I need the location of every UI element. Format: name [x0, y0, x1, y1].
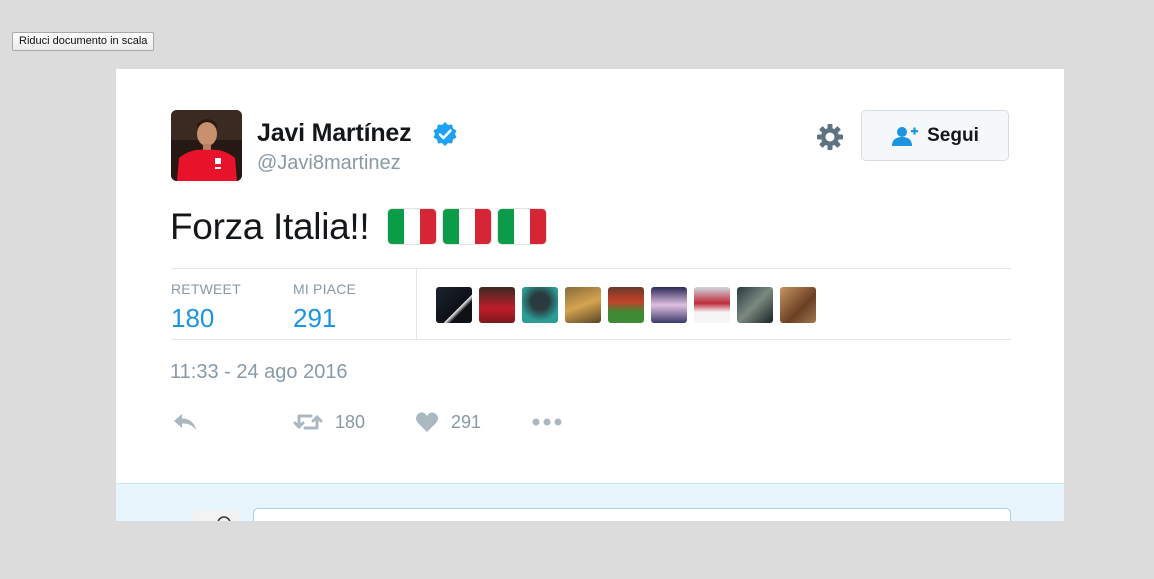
liker-avatar[interactable] [479, 287, 515, 323]
heart-icon [416, 412, 438, 432]
like-action[interactable]: 291 [415, 407, 481, 437]
liker-avatar[interactable] [522, 287, 558, 323]
liker-avatar[interactable] [737, 287, 773, 323]
tweet-card: Javi Martínez @Javi8martinez Segui Forza… [116, 69, 1064, 521]
reply-composer-area [116, 483, 1064, 521]
retweet-action[interactable]: 180 [293, 407, 365, 437]
liker-avatar[interactable] [780, 287, 816, 323]
author-name[interactable]: Javi Martínez [257, 119, 412, 148]
likers-avatars [436, 287, 816, 323]
reply-input[interactable] [253, 508, 1011, 521]
tweet-text: Forza Italia!! [170, 206, 370, 247]
current-user-avatar [193, 510, 239, 521]
reply-icon [174, 414, 196, 430]
add-user-icon [892, 126, 919, 146]
verified-badge-icon [433, 122, 457, 146]
italy-flag-emoji [387, 208, 437, 245]
divider [171, 339, 1011, 340]
liker-avatar[interactable] [651, 287, 687, 323]
more-dots-icon [532, 418, 562, 426]
italy-flag-emoji [442, 208, 492, 245]
more-action[interactable] [531, 407, 563, 437]
retweet-count: 180 [335, 411, 366, 432]
liker-avatar[interactable] [694, 287, 730, 323]
divider [416, 269, 417, 339]
follow-button[interactable]: Segui [861, 110, 1009, 161]
liker-avatar[interactable] [436, 287, 472, 323]
flag-emojis [387, 208, 547, 245]
retweet-icon [293, 414, 323, 430]
tweet-timestamp[interactable]: 11:33 - 24 ago 2016 [170, 361, 348, 384]
retweet-stat-label: RETWEET [171, 281, 241, 297]
reply-action[interactable] [172, 407, 198, 437]
gear-icon[interactable] [815, 122, 845, 152]
retweet-stat-count: 180 [171, 303, 215, 333]
likes-stat-label: MI PIACE [293, 281, 357, 297]
likes-stat-count: 291 [293, 303, 337, 333]
shrink-document-button[interactable]: Riduci documento in scala [12, 32, 155, 51]
italy-flag-emoji [497, 208, 547, 245]
liker-avatar[interactable] [565, 287, 601, 323]
author-avatar[interactable] [171, 110, 242, 181]
like-count: 291 [451, 411, 482, 432]
liker-avatar[interactable] [608, 287, 644, 323]
divider [171, 268, 1011, 269]
follow-label: Segui [927, 124, 979, 146]
author-handle[interactable]: @Javi8martinez [257, 152, 401, 175]
retweet-stat[interactable]: RETWEET 180 [171, 281, 241, 334]
likes-stat[interactable]: MI PIACE 291 [293, 281, 356, 334]
